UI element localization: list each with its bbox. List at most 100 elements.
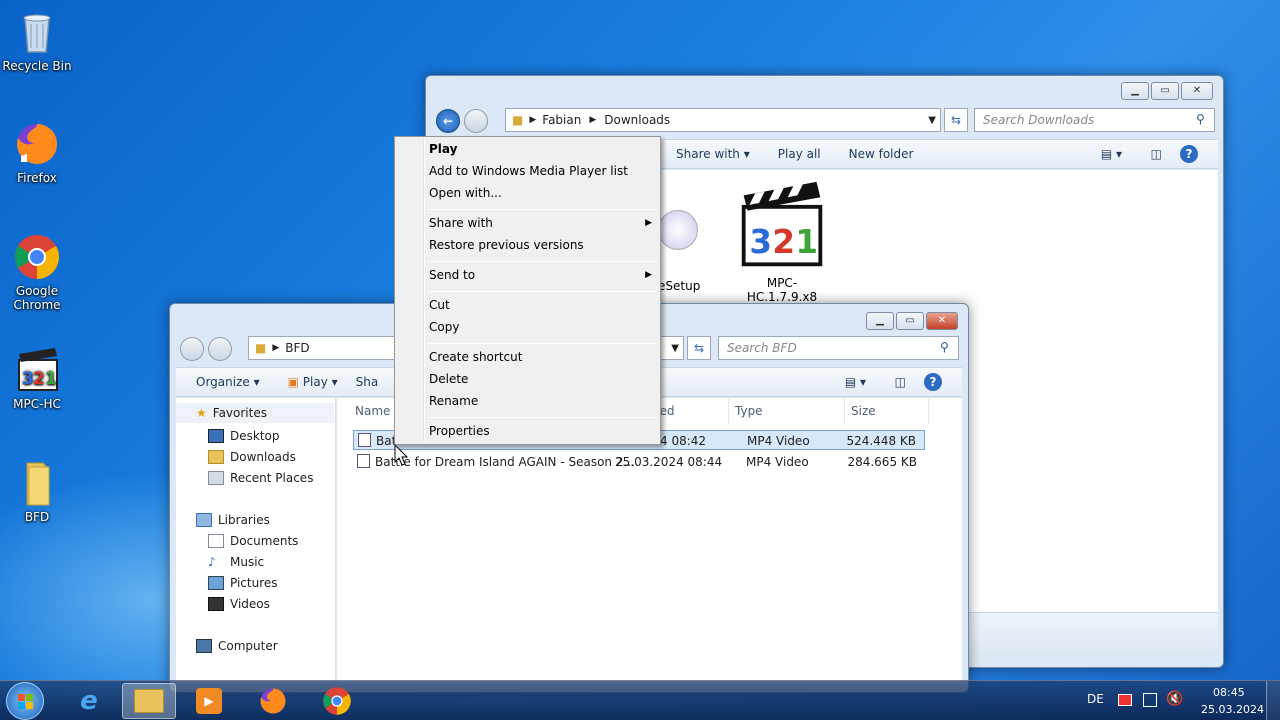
volume-muted-icon[interactable]: 🔇	[1166, 691, 1183, 707]
media-player-icon: ▶	[196, 688, 222, 714]
menu-separator	[427, 261, 657, 262]
search-input[interactable]: Search Downloads	[974, 108, 1215, 132]
menu-separator	[427, 343, 657, 344]
menu-item-open-with[interactable]: Open with...	[429, 182, 654, 204]
file-type: MP4 Video	[747, 434, 810, 448]
svg-text:1: 1	[45, 369, 57, 389]
start-button[interactable]	[6, 682, 44, 720]
menu-item-cut[interactable]: Cut	[429, 294, 654, 316]
clock-time[interactable]: 08:45	[1213, 686, 1245, 699]
taskbar-chrome[interactable]	[310, 683, 364, 719]
taskbar-internet-explorer[interactable]: e	[62, 683, 116, 719]
libraries-icon	[196, 513, 212, 527]
nav-desktop[interactable]: Desktop	[208, 429, 280, 443]
firefox-icon	[13, 120, 61, 168]
desktop-icon-firefox[interactable]: Firefox	[2, 120, 72, 185]
breadcrumb-item[interactable]: Fabian	[542, 113, 581, 127]
menu-item-delete[interactable]: Delete	[429, 368, 654, 390]
svg-text:1: 1	[795, 223, 818, 261]
view-icon[interactable]: ▤ ▾	[845, 375, 866, 389]
nav-videos[interactable]: Videos	[208, 597, 270, 611]
clock-date[interactable]: 25.03.2024	[1201, 703, 1264, 716]
nav-downloads[interactable]: Downloads	[208, 450, 296, 464]
breadcrumb-item[interactable]: BFD	[285, 341, 309, 355]
desktop-icon-chrome[interactable]: Google Chrome	[2, 233, 72, 312]
video-file-icon	[358, 433, 371, 447]
chevron-down-icon[interactable]: ▼	[671, 343, 679, 354]
play-all-button[interactable]: Play all	[764, 147, 835, 161]
file-date: 25.03.2024 08:44	[615, 455, 723, 469]
breadcrumb-item[interactable]: Downloads	[604, 113, 670, 127]
maximize-button[interactable]: ▭	[896, 312, 924, 330]
menu-item-play[interactable]: Play	[429, 138, 654, 160]
menu-item-create-shortcut[interactable]: Create shortcut	[429, 346, 654, 368]
nav-computer[interactable]: Computer	[196, 639, 278, 653]
share-button[interactable]: Sha	[352, 375, 393, 389]
nav-favorites[interactable]: ★ Favorites	[176, 403, 334, 423]
nav-pictures[interactable]: Pictures	[208, 576, 278, 590]
minimize-button[interactable]: ▁	[1121, 82, 1149, 100]
menu-separator	[427, 291, 657, 292]
maximize-button[interactable]: ▭	[1151, 82, 1179, 100]
forward-button[interactable]	[464, 109, 488, 133]
menu-item-add-wmp[interactable]: Add to Windows Media Player list	[429, 160, 654, 182]
minimize-button[interactable]: ▁	[866, 312, 894, 330]
star-icon: ★	[196, 406, 207, 420]
table-row[interactable]: Battle for Dream Island AGAIN - Season 2…	[353, 452, 925, 472]
action-center-icon[interactable]	[1118, 694, 1132, 706]
column-header-type[interactable]: Type	[729, 398, 845, 424]
nav-music[interactable]: ♪ Music	[208, 555, 264, 569]
network-icon[interactable]	[1143, 693, 1157, 707]
play-button[interactable]: ▣ Play ▾	[274, 375, 352, 389]
organize-button[interactable]: Organize ▾	[182, 375, 274, 389]
view-icon[interactable]: ▤ ▾	[1101, 147, 1122, 161]
back-button[interactable]: ←	[436, 109, 460, 133]
address-bar[interactable]: ■ ▶ Fabian ▶ Downloads ▼	[505, 108, 941, 132]
language-indicator[interactable]: DE	[1087, 692, 1104, 706]
videos-icon	[208, 597, 224, 611]
new-folder-button[interactable]: New folder	[835, 147, 928, 161]
folder-icon	[134, 689, 164, 713]
menu-item-copy[interactable]: Copy	[429, 316, 654, 338]
taskbar-media-player[interactable]: ▶	[182, 683, 236, 719]
mpc-hc-icon: 321	[13, 346, 61, 394]
help-icon[interactable]: ?	[924, 373, 942, 391]
menu-item-send-to[interactable]: Send to ▶	[429, 264, 654, 286]
menu-item-share-with[interactable]: Share with ▶	[429, 212, 654, 234]
menu-item-properties[interactable]: Properties	[429, 420, 654, 442]
show-desktop-button[interactable]	[1266, 681, 1280, 720]
music-icon: ♪	[208, 555, 216, 569]
column-header-size[interactable]: Size	[845, 398, 929, 424]
taskbar-explorer[interactable]	[122, 683, 176, 719]
nav-libraries[interactable]: Libraries	[196, 513, 270, 527]
help-icon[interactable]: ?	[1180, 145, 1198, 163]
preview-pane-icon[interactable]: ◫	[1151, 147, 1162, 161]
desktop-icon-mpc-hc[interactable]: 321 MPC-HC	[2, 346, 72, 411]
mpc-hc-icon: 321	[736, 180, 828, 272]
documents-icon	[208, 534, 224, 548]
back-button[interactable]	[180, 337, 204, 361]
nav-documents[interactable]: Documents	[208, 534, 298, 548]
close-button[interactable]: ✕	[1181, 82, 1213, 100]
menu-item-restore-versions[interactable]: Restore previous versions	[429, 234, 654, 256]
search-icon[interactable]: ⚲	[1196, 112, 1205, 126]
search-input[interactable]: Search BFD	[718, 336, 959, 360]
nav-recent-places[interactable]: Recent Places	[208, 471, 313, 485]
preview-pane-icon[interactable]: ◫	[895, 375, 906, 389]
forward-button[interactable]	[208, 337, 232, 361]
close-button[interactable]: ✕	[926, 312, 958, 330]
refresh-button[interactable]: ⇆	[687, 336, 711, 360]
desktop-icon-recycle-bin[interactable]: Recycle Bin	[2, 8, 72, 73]
share-with-button[interactable]: Share with ▾	[662, 147, 764, 161]
search-icon[interactable]: ⚲	[940, 340, 949, 354]
computer-icon	[196, 639, 212, 653]
file-item[interactable]: 321 MPC-HC.1.7.9.x8 6	[732, 180, 832, 318]
menu-item-rename[interactable]: Rename	[429, 390, 654, 412]
refresh-button[interactable]: ⇆	[944, 108, 968, 132]
desktop-icon-label: Recycle Bin	[2, 59, 72, 73]
play-icon: ▣	[287, 375, 299, 389]
svg-text:2: 2	[772, 223, 795, 261]
chevron-down-icon[interactable]: ▼	[928, 115, 936, 126]
desktop-icon-bfd[interactable]: BFD	[2, 459, 72, 524]
taskbar-firefox[interactable]	[246, 683, 300, 719]
